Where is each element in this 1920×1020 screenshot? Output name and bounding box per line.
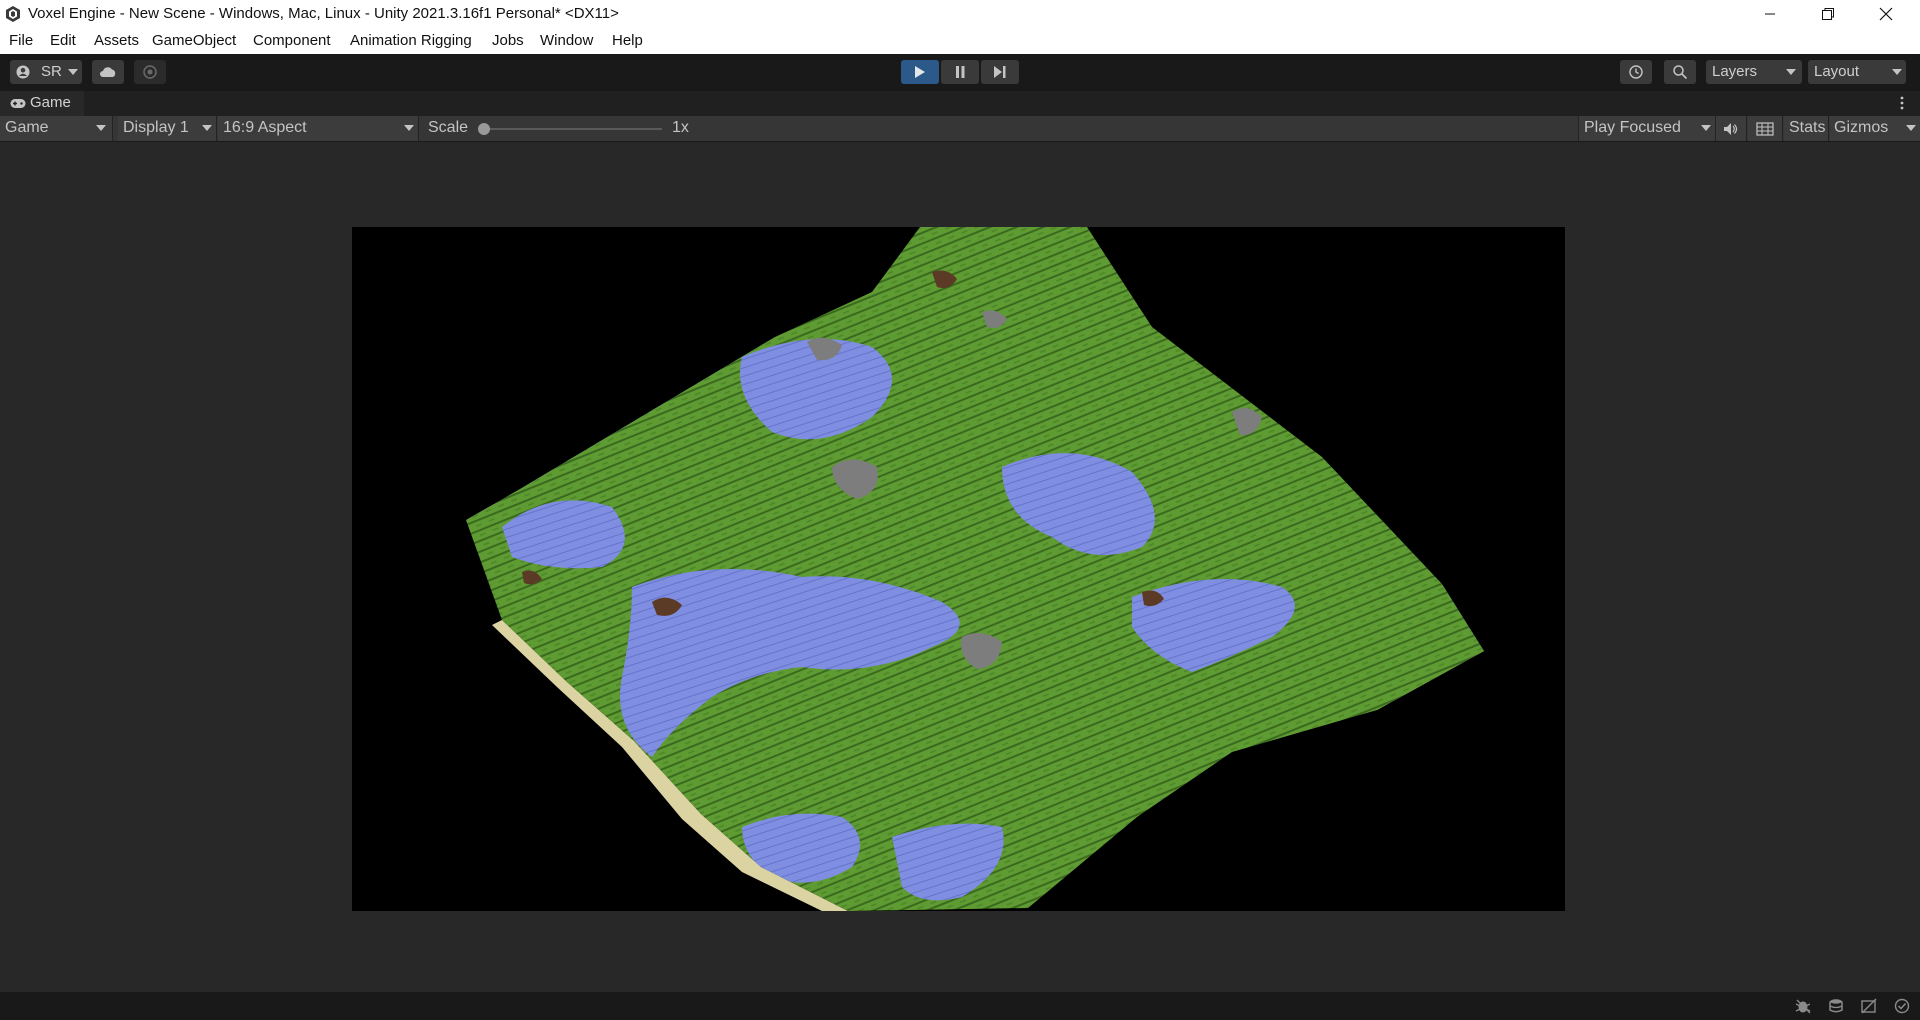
play-button[interactable]	[901, 60, 939, 84]
chevron-down-icon	[202, 125, 212, 131]
menu-window[interactable]: Window	[540, 32, 593, 49]
gizmos-dropdown[interactable]: Gizmos	[1830, 116, 1920, 141]
scale-slider-thumb[interactable]	[478, 123, 490, 135]
chevron-down-icon	[1906, 125, 1916, 131]
speaker-icon	[1724, 122, 1738, 135]
menu-animation-rigging[interactable]: Animation Rigging	[350, 32, 472, 49]
kebab-menu-icon	[1900, 96, 1904, 110]
gizmos-label: Gizmos	[1834, 119, 1889, 136]
menu-edit[interactable]: Edit	[50, 32, 76, 49]
view-mode-dropdown[interactable]: Game	[0, 116, 113, 141]
layers-label: Layers	[1712, 63, 1758, 80]
layers-dropdown[interactable]: Layers	[1706, 60, 1802, 84]
display-dropdown[interactable]: Display 1	[118, 116, 217, 141]
account-dropdown[interactable]: SR	[10, 60, 82, 84]
tab-bar	[0, 91, 1920, 116]
title-bar: Voxel Engine - New Scene - Windows, Mac,…	[0, 0, 1920, 28]
scale-slider[interactable]	[478, 121, 666, 137]
window-title: Voxel Engine - New Scene - Windows, Mac,…	[28, 5, 619, 22]
menu-gameobject[interactable]: GameObject	[152, 32, 236, 49]
voxel-terrain-render	[466, 227, 1484, 911]
restore-icon	[1822, 8, 1834, 20]
play-mode-label: Play Focused	[1584, 119, 1681, 136]
terrain-grass	[466, 227, 1484, 911]
grid-button[interactable]	[1748, 116, 1783, 141]
auto-generate-lighting-icon[interactable]	[1860, 998, 1878, 1014]
collab-icon	[143, 65, 157, 79]
cloud-button[interactable]	[92, 60, 124, 84]
view-mode-label: Game	[5, 119, 49, 136]
chevron-down-icon	[1701, 125, 1711, 131]
minimize-icon	[1765, 13, 1775, 15]
gamepad-icon	[10, 99, 26, 108]
menu-bar: File Edit Assets GameObject Component An…	[0, 28, 1920, 54]
close-button[interactable]	[1863, 0, 1909, 28]
chevron-down-icon	[1786, 69, 1796, 75]
pause-icon	[956, 66, 965, 78]
aspect-label: 16:9 Aspect	[223, 119, 307, 136]
minimize-button[interactable]	[1747, 0, 1793, 28]
game-render[interactable]	[352, 227, 1565, 911]
restore-button[interactable]	[1805, 0, 1851, 28]
layout-label: Layout	[1814, 63, 1860, 80]
stats-button[interactable]: Stats	[1784, 116, 1829, 141]
account-label: SR	[41, 63, 62, 80]
play-mode-dropdown[interactable]: Play Focused	[1578, 116, 1716, 141]
history-icon	[1629, 65, 1643, 79]
step-button[interactable]	[981, 60, 1019, 84]
unity-logo-icon	[6, 6, 20, 22]
menu-assets[interactable]: Assets	[94, 32, 139, 49]
chevron-down-icon	[404, 125, 414, 131]
grid-icon	[1756, 121, 1774, 136]
collab-button[interactable]	[134, 60, 166, 84]
stats-label: Stats	[1789, 119, 1826, 136]
menu-jobs[interactable]: Jobs	[492, 32, 524, 49]
scale-label: Scale	[428, 119, 469, 136]
cloud-icon	[100, 67, 116, 77]
close-icon	[1879, 7, 1893, 21]
menu-file[interactable]: File	[9, 32, 33, 49]
more-options-button[interactable]	[1894, 93, 1910, 113]
layout-dropdown[interactable]: Layout	[1808, 60, 1906, 84]
play-icon	[915, 66, 925, 78]
chevron-down-icon	[1892, 69, 1902, 75]
tab-game-label: Game	[30, 94, 71, 111]
status-bar	[0, 992, 1920, 1020]
menu-help[interactable]: Help	[612, 32, 643, 49]
scale-value: 1x	[672, 119, 689, 136]
menu-component[interactable]: Component	[253, 32, 331, 49]
progress-ok-icon[interactable]	[1893, 998, 1911, 1014]
tab-game[interactable]: Game	[0, 91, 84, 116]
search-button[interactable]	[1664, 60, 1696, 84]
search-icon	[1673, 65, 1688, 80]
scale-slider-track	[482, 128, 662, 130]
display-label: Display 1	[123, 119, 189, 136]
user-icon	[16, 65, 30, 79]
cache-server-icon[interactable]	[1827, 998, 1845, 1014]
aspect-dropdown[interactable]: 16:9 Aspect	[218, 116, 419, 141]
debug-icon[interactable]	[1794, 998, 1812, 1014]
pause-button[interactable]	[941, 60, 979, 84]
chevron-down-icon	[96, 125, 106, 131]
step-icon	[994, 66, 1006, 78]
mute-audio-button[interactable]	[1716, 116, 1747, 141]
chevron-down-icon	[68, 69, 78, 75]
history-button[interactable]	[1620, 60, 1652, 84]
main-toolbar: SR Layers Layout	[0, 54, 1920, 91]
